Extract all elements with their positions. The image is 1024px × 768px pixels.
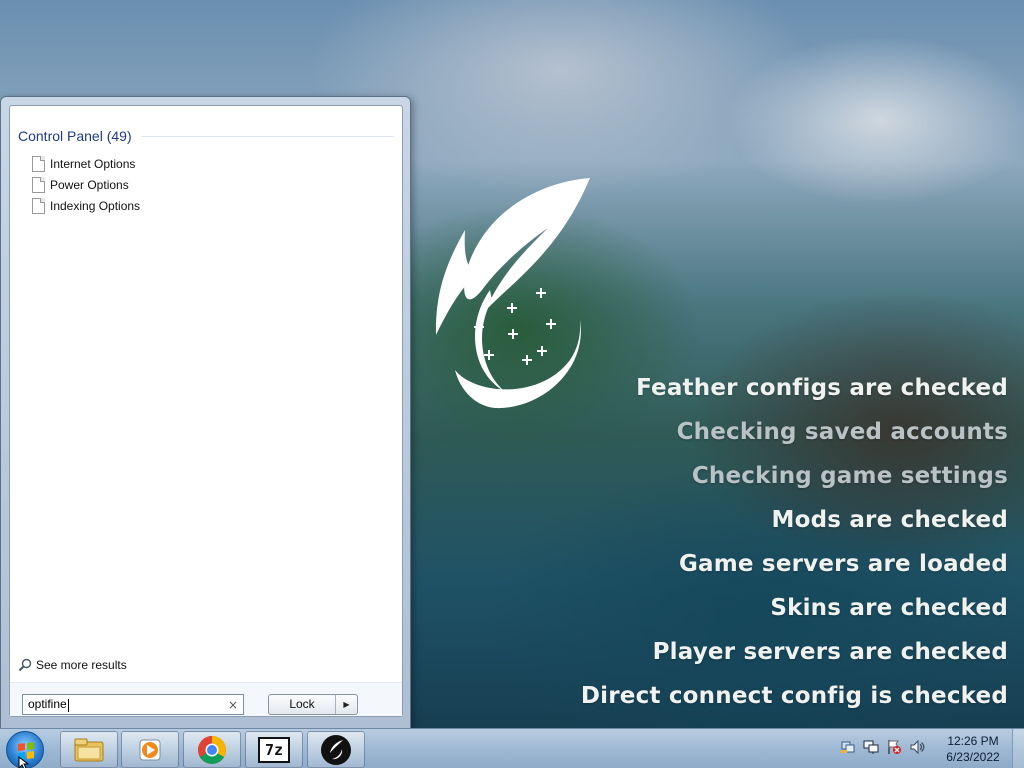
result-item-indexing-options[interactable]: Indexing Options — [32, 195, 140, 216]
status-line: Checking saved accounts — [676, 419, 1008, 445]
search-icon — [18, 658, 32, 672]
clock-date: 6/23/2022 — [946, 750, 1000, 764]
taskbar-7zip-button[interactable]: 7z — [245, 731, 303, 768]
taskbar-media-player-button[interactable] — [121, 731, 179, 768]
feather-client-icon — [321, 734, 351, 765]
result-item-internet-options[interactable]: Internet Options — [32, 153, 140, 174]
taskbar-clock[interactable]: 12:26 PM 6/23/2022 — [940, 733, 1006, 765]
document-icon — [32, 176, 45, 193]
system-tray — [840, 739, 925, 755]
status-line: Checking game settings — [691, 463, 1008, 489]
search-value: optifine — [28, 697, 67, 712]
explorer-icon — [74, 738, 104, 761]
mouse-cursor-icon — [18, 756, 30, 768]
start-menu: Control Panel (49) Internet Options Powe… — [0, 96, 411, 730]
lock-button[interactable]: Lock ▶ — [268, 694, 358, 715]
network-icon[interactable] — [840, 739, 856, 755]
status-line: Direct connect config is checked — [580, 683, 1008, 709]
status-line: Game servers are loaded — [678, 551, 1008, 577]
volume-icon[interactable] — [909, 739, 925, 755]
taskbar-explorer-button[interactable] — [60, 731, 118, 768]
search-text[interactable]: optifine — [28, 697, 228, 712]
media-player-icon — [139, 739, 161, 760]
section-divider — [141, 135, 394, 137]
document-icon — [32, 197, 45, 214]
clock-time: 12:26 PM — [947, 734, 999, 748]
search-input[interactable]: optifine × — [22, 694, 244, 715]
result-label: Internet Options — [50, 156, 136, 171]
see-more-results-link[interactable]: See more results — [18, 658, 127, 672]
result-label: Power Options — [50, 177, 129, 192]
monitor-icon[interactable] — [863, 739, 879, 755]
status-line: Skins are checked — [770, 595, 1008, 621]
search-results-panel: Control Panel (49) Internet Options Powe… — [9, 105, 403, 717]
status-line: Feather configs are checked — [636, 375, 1008, 401]
taskbar-chrome-button[interactable] — [183, 731, 241, 768]
result-list: Internet Options Power Options Indexing … — [32, 153, 140, 216]
show-desktop-button[interactable] — [1012, 729, 1024, 768]
status-line: Mods are checked — [771, 507, 1008, 533]
7zip-icon: 7z — [258, 736, 290, 763]
control-panel-section-header[interactable]: Control Panel (49) — [18, 128, 394, 144]
see-more-label: See more results — [36, 658, 127, 672]
taskbar-feather-client-button[interactable] — [307, 731, 365, 768]
section-title[interactable]: Control Panel (49) — [18, 128, 132, 144]
document-icon — [32, 155, 45, 172]
lock-button-label[interactable]: Lock — [269, 695, 335, 714]
taskbar: 7z 12:26 PM 6/23/2022 — [0, 728, 1024, 768]
result-label: Indexing Options — [50, 198, 141, 213]
7zip-label: 7z — [264, 740, 284, 759]
search-bar-strip: optifine × Lock ▶ — [10, 682, 402, 716]
text-caret — [67, 698, 69, 712]
launcher-status-list: Feather configs are checked Checking sav… — [581, 366, 1008, 718]
clear-search-icon[interactable]: × — [228, 698, 238, 712]
shutdown-options-arrow-icon[interactable]: ▶ — [335, 695, 357, 714]
action-center-icon[interactable] — [886, 739, 902, 755]
result-item-power-options[interactable]: Power Options — [32, 174, 140, 195]
status-line: Player servers are checked — [652, 639, 1008, 665]
chrome-icon — [198, 735, 226, 764]
